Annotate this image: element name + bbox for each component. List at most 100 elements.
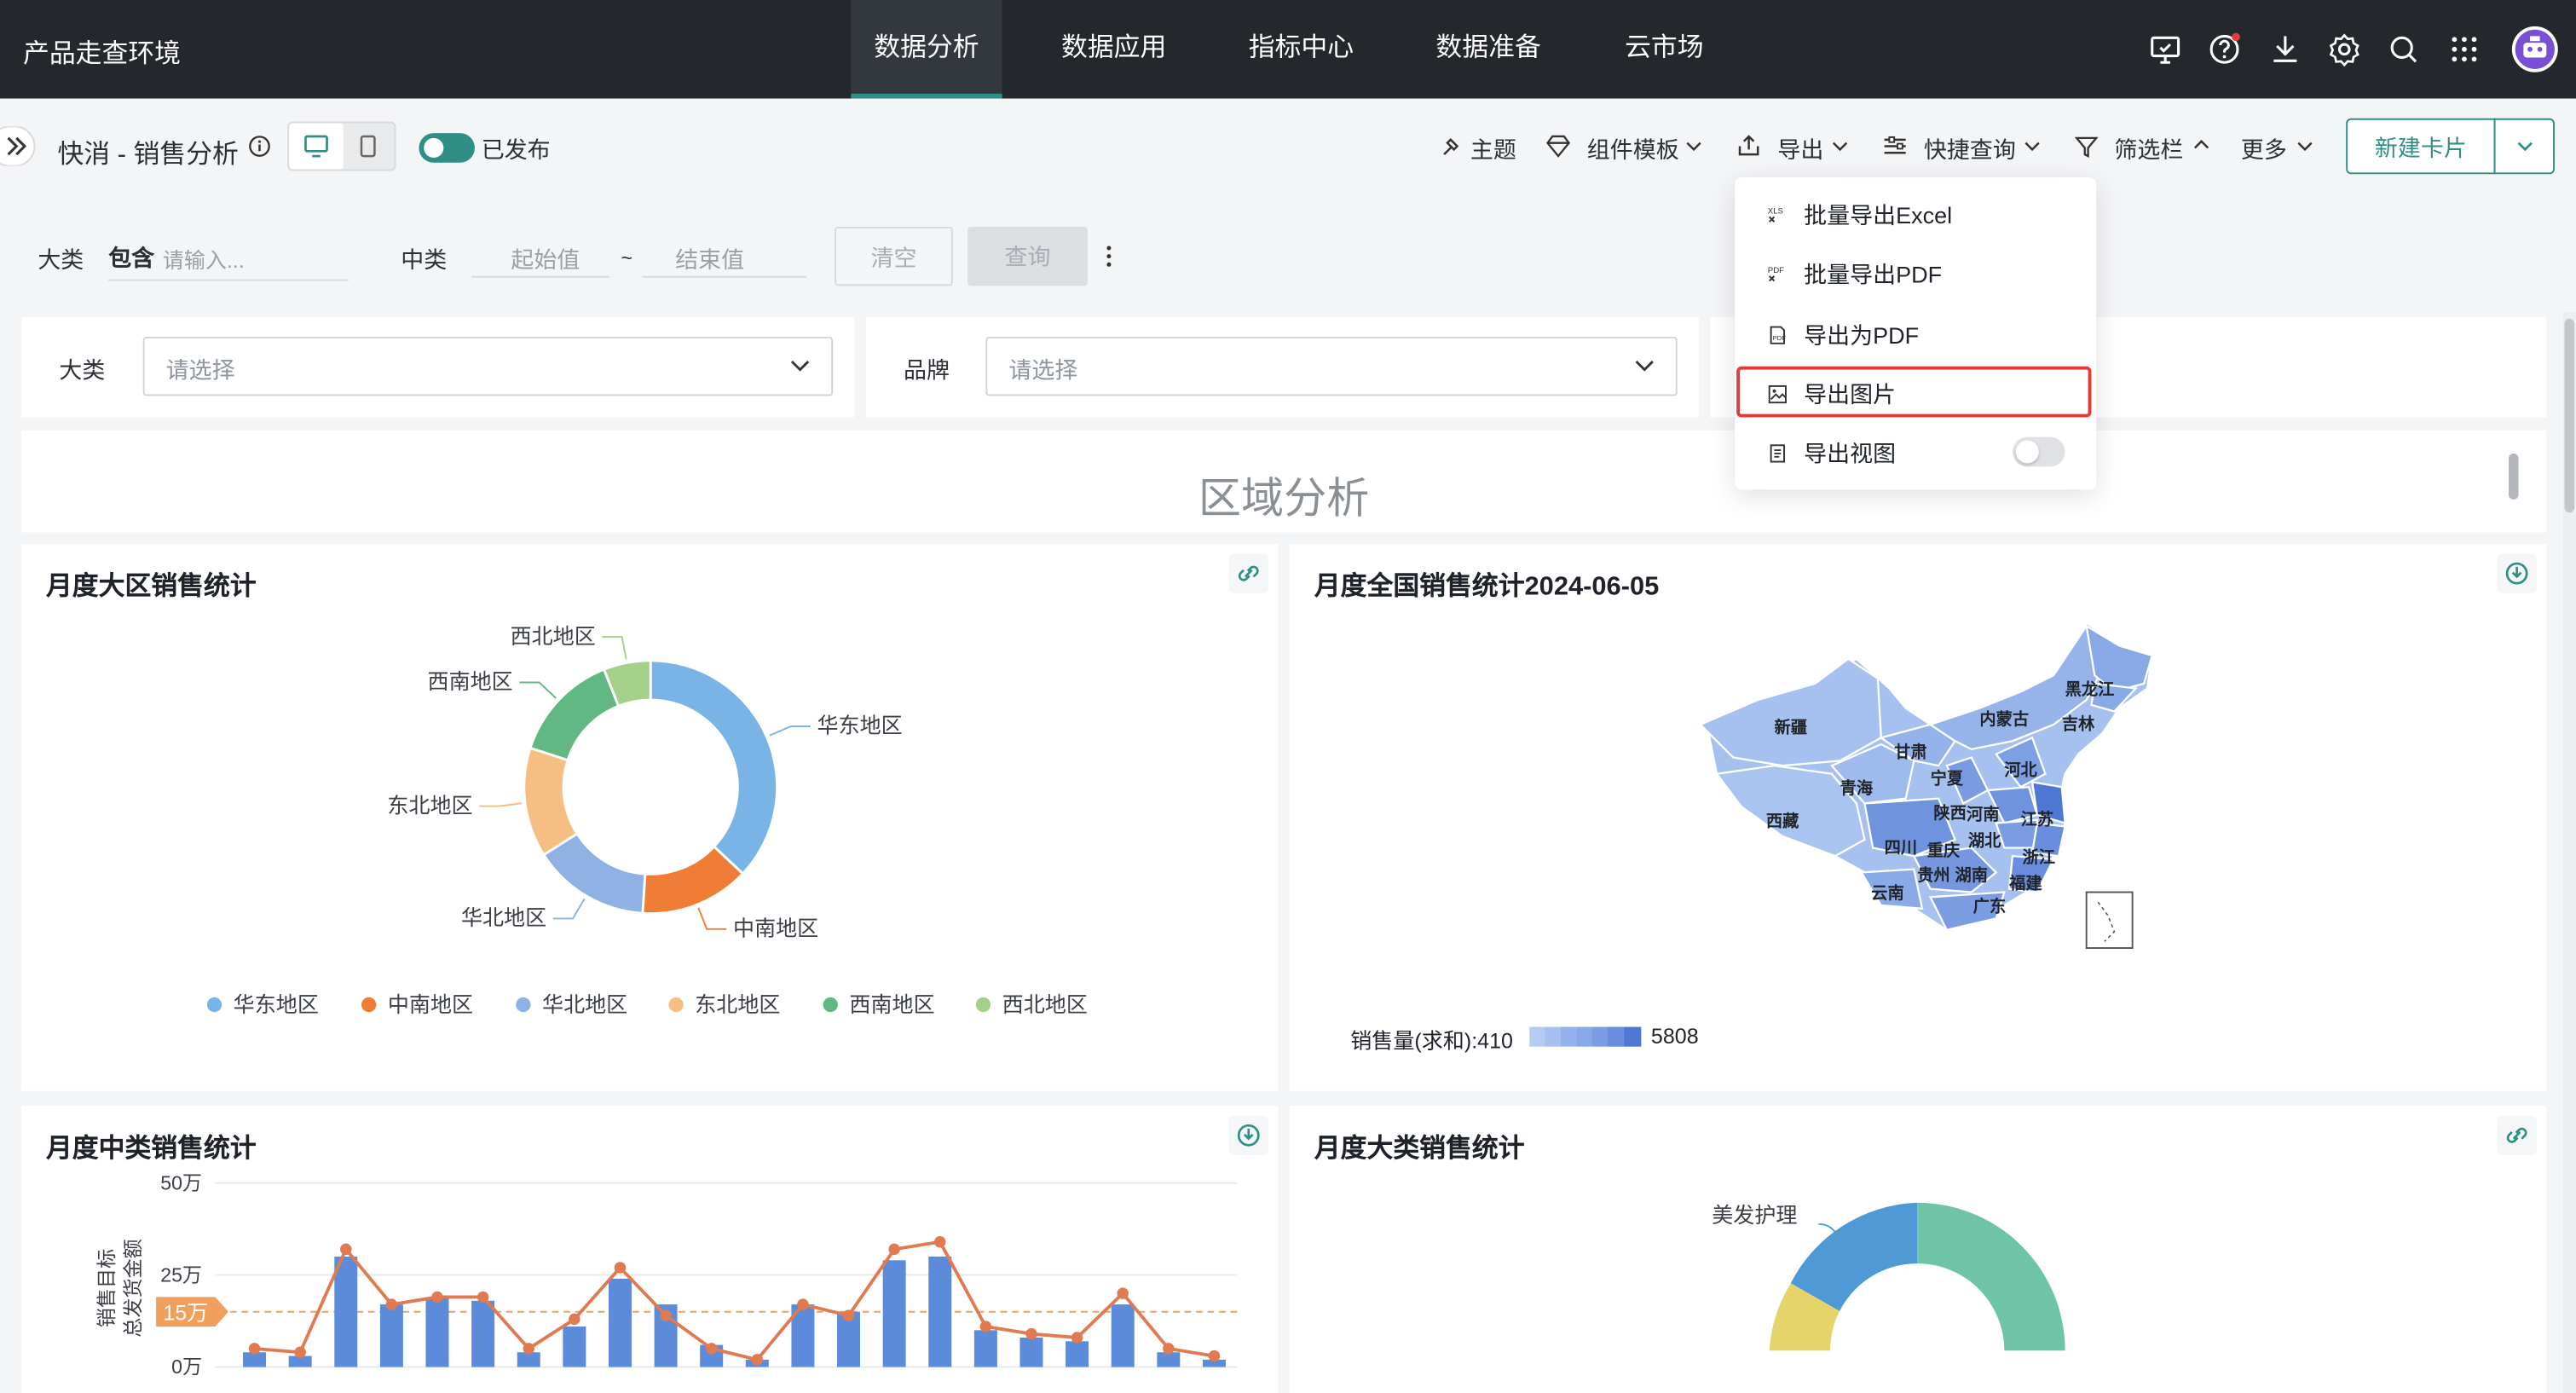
line-point[interactable]	[614, 1262, 627, 1274]
quick-query-button[interactable]: 快捷查询	[1924, 133, 2016, 166]
legend-item[interactable]: 西北地区	[975, 987, 1088, 1019]
category-select[interactable]: 请选择	[142, 337, 834, 396]
map-label: 陕西	[1933, 803, 1967, 823]
line-point[interactable]	[248, 1343, 261, 1355]
line-point[interactable]	[523, 1343, 534, 1355]
nav-tab-data-prep[interactable]: 数据准备	[1412, 0, 1563, 99]
line-point[interactable]	[934, 1235, 946, 1248]
line-point[interactable]	[1117, 1287, 1129, 1299]
line-point[interactable]	[797, 1298, 809, 1310]
range-start-input[interactable]: 起始值	[511, 243, 580, 276]
filter-bar-button[interactable]: 筛选栏	[2114, 133, 2183, 166]
nav-tab-metrics[interactable]: 指标中心	[1226, 0, 1377, 99]
bar[interactable]	[608, 1278, 632, 1367]
donut-label-line	[479, 802, 523, 807]
bar[interactable]	[471, 1300, 495, 1367]
line-point[interactable]	[294, 1346, 306, 1358]
bar[interactable]	[563, 1327, 586, 1367]
view-icon	[1770, 444, 1786, 463]
line-point[interactable]	[1208, 1350, 1221, 1362]
help-icon[interactable]	[2206, 32, 2242, 67]
export-pdf-batch-menu-item[interactable]: PDF 批量导出PDF	[1768, 258, 1942, 292]
selector-card-category: 大类 请选择	[21, 316, 855, 418]
province-xinjiang[interactable]	[1698, 657, 1882, 767]
legend-item[interactable]: 西南地区	[823, 987, 935, 1019]
more-button[interactable]: 更多	[2241, 133, 2287, 166]
y-tick-label: 0万	[171, 1355, 202, 1378]
search-icon[interactable]	[2385, 32, 2421, 67]
line-point[interactable]	[477, 1291, 489, 1303]
bar[interactable]	[1157, 1352, 1181, 1367]
line-point[interactable]	[1071, 1332, 1083, 1344]
reference-label: 15万	[163, 1301, 208, 1325]
donut-slice-4[interactable]	[528, 668, 621, 762]
section-scroll-thumb[interactable]	[2508, 453, 2519, 500]
bar[interactable]	[517, 1352, 540, 1367]
mobile-icon[interactable]	[358, 135, 378, 158]
clear-button[interactable]: 清空	[835, 226, 953, 286]
page-scrollbar[interactable]	[2562, 312, 2576, 1393]
line-point[interactable]	[385, 1298, 398, 1310]
screen-icon[interactable]	[2147, 32, 2183, 67]
legend-item[interactable]: 中南地区	[361, 987, 473, 1019]
bar[interactable]	[1019, 1337, 1043, 1367]
china-choropleth-map: 新疆 西藏 青海 甘肃 内蒙古 黑龙江 吉林 河北 宁夏 陕西 河南 江苏 四川…	[1698, 621, 2154, 950]
nav-tab-data-analysis[interactable]: 数据分析	[851, 0, 1002, 99]
component-template-button[interactable]: 组件模板	[1587, 133, 1679, 166]
line-point[interactable]	[888, 1243, 900, 1256]
apps-grid-icon[interactable]	[2446, 32, 2482, 67]
legend-item[interactable]: 华北地区	[516, 987, 627, 1019]
svg-text:PDF: PDF	[1768, 266, 1784, 275]
donut-slice-3[interactable]	[523, 746, 579, 857]
line-point[interactable]	[842, 1309, 855, 1321]
query-button[interactable]: 查询	[967, 226, 1088, 286]
line-point[interactable]	[1025, 1327, 1037, 1340]
bar[interactable]	[334, 1256, 358, 1367]
category-input[interactable]: 请输入...	[163, 243, 245, 275]
bar[interactable]	[1111, 1304, 1135, 1367]
card-download-icon[interactable]	[2497, 553, 2537, 593]
bar[interactable]	[1066, 1341, 1089, 1367]
line-point[interactable]	[660, 1309, 672, 1321]
nav-tab-cloud-market[interactable]: 云市场	[1600, 0, 1728, 99]
region-sales-card: 月度大区销售统计 华东地区 中南地区 华北地区 东北地区 西南地区 西北地区 华东地区 中南…	[21, 543, 1279, 1091]
range-end-input[interactable]: 结束值	[675, 243, 744, 276]
brand-select[interactable]: 请选择	[985, 337, 1678, 396]
export-excel-menu-item[interactable]: XLS 批量导出Excel	[1768, 199, 1952, 232]
line-point[interactable]	[1163, 1343, 1175, 1355]
line-point[interactable]	[705, 1343, 718, 1355]
bar[interactable]	[973, 1330, 997, 1367]
line-point[interactable]	[431, 1291, 443, 1303]
nav-tab-data-apps[interactable]: 数据应用	[1038, 0, 1189, 99]
bar[interactable]	[425, 1297, 449, 1367]
export-as-pdf-menu-item[interactable]: PDF 导出为PDF	[1768, 319, 1919, 352]
bar[interactable]	[882, 1260, 906, 1367]
info-icon[interactable]	[248, 135, 271, 158]
line-point[interactable]	[569, 1313, 580, 1326]
legend-item[interactable]: 华东地区	[206, 987, 319, 1019]
new-card-button[interactable]: 新建卡片	[2346, 118, 2496, 175]
category-match-mode[interactable]: 包含	[108, 241, 154, 275]
donut-slice-0[interactable]	[649, 659, 779, 876]
bar[interactable]	[243, 1352, 267, 1367]
export-button[interactable]: 导出	[1777, 133, 1823, 166]
export-image-menu-item[interactable]: 导出图片	[1768, 378, 1896, 411]
export-view-toggle[interactable]	[2012, 436, 2065, 467]
chevron-down-icon	[1635, 360, 1654, 372]
bar[interactable]	[379, 1304, 403, 1367]
desktop-view-button[interactable]	[289, 123, 344, 170]
avatar[interactable]	[2510, 25, 2560, 74]
more-vertical-icon[interactable]	[1104, 243, 1114, 269]
publish-toggle[interactable]	[419, 133, 475, 163]
line-point[interactable]	[751, 1354, 764, 1366]
legend-item[interactable]: 东北地区	[668, 987, 780, 1019]
export-view-menu-item[interactable]: 导出视图	[1768, 437, 1896, 471]
line-point[interactable]	[340, 1243, 352, 1256]
bar[interactable]	[928, 1256, 952, 1367]
expand-sidebar-icon[interactable]	[0, 126, 36, 166]
download-icon[interactable]	[2267, 32, 2303, 67]
gear-icon[interactable]	[2326, 32, 2362, 67]
line-point[interactable]	[979, 1321, 992, 1332]
theme-button[interactable]: 主题	[1470, 133, 1516, 166]
new-card-dropdown[interactable]	[2493, 118, 2555, 175]
